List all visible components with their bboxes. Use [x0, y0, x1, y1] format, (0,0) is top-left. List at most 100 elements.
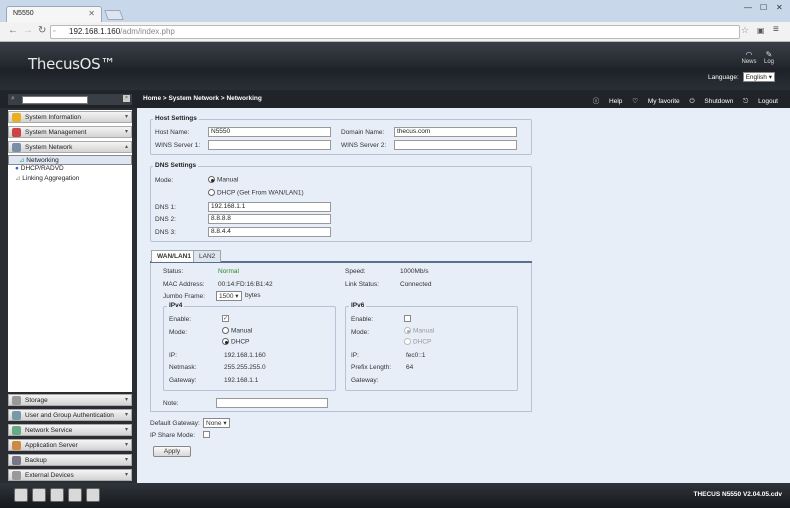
- menu-label: Backup: [25, 457, 47, 464]
- apply-button[interactable]: Apply: [153, 446, 191, 457]
- dns3-input[interactable]: 8.8.4.4: [208, 227, 331, 237]
- menu-storage[interactable]: Storage ▾: [8, 394, 132, 406]
- ipv4-ip-label: IP:: [169, 352, 177, 359]
- extension-icon[interactable]: ▣: [757, 26, 765, 35]
- menu-user-group-auth[interactable]: User and Group Authentication ▾: [8, 409, 132, 421]
- network-icon: [12, 143, 21, 152]
- tab-lan2[interactable]: LAN2: [193, 250, 222, 262]
- domain-name-input[interactable]: thecus.com: [394, 127, 517, 137]
- dock-fan-icon[interactable]: [50, 488, 64, 502]
- dns2-input[interactable]: 8.8.8.8: [208, 214, 331, 224]
- menu-system-network[interactable]: System Network ▴: [8, 141, 132, 153]
- wins2-input[interactable]: [394, 140, 517, 150]
- menu-system-management[interactable]: System Management ▾: [8, 126, 132, 138]
- ipv4-dhcp-label: DHCP: [230, 338, 250, 346]
- maximize-icon[interactable]: ☐: [760, 3, 767, 12]
- network-service-icon: [12, 426, 21, 435]
- sidebar-item-linking-aggregation[interactable]: ⊿ Linking Aggregation: [15, 174, 79, 182]
- new-tab-button[interactable]: [104, 10, 124, 20]
- aggregation-icon: ⊿: [15, 175, 21, 182]
- dns1-input[interactable]: 192.168.1.1: [208, 202, 331, 212]
- bottom-dock: [0, 483, 790, 508]
- jumbo-frame-select[interactable]: 1500 ▾: [216, 291, 242, 301]
- speed-value: 1000Mb/s: [400, 268, 429, 275]
- menu-backup[interactable]: Backup ▾: [8, 454, 132, 466]
- status-label: Status:: [163, 268, 184, 275]
- dns-dhcp-label: DHCP (Get From WAN/LAN1): [216, 189, 304, 197]
- dns-dhcp-option[interactable]: DHCP (Get From WAN/LAN1): [208, 189, 304, 196]
- ipv4-manual-option[interactable]: Manual: [222, 327, 252, 334]
- ip-share-mode-checkbox[interactable]: [203, 431, 210, 438]
- chevron-down-icon: ▾: [124, 412, 128, 418]
- logout-link[interactable]: ⎋ Logout: [743, 98, 778, 105]
- back-icon[interactable]: ←: [8, 25, 18, 36]
- log-label: Log: [763, 59, 774, 65]
- minimize-icon[interactable]: —: [744, 3, 752, 12]
- ipv6-manual-radio[interactable]: [404, 327, 411, 334]
- ipv6-enable-checkbox[interactable]: [404, 315, 411, 322]
- host-name-input[interactable]: N5550: [208, 127, 331, 137]
- backup-icon: [12, 456, 21, 465]
- sidebar-item-label: Networking: [26, 157, 59, 164]
- wins1-input[interactable]: [208, 140, 331, 150]
- menu-network-service[interactable]: Network Service ▾: [8, 424, 132, 436]
- bookmark-star-icon[interactable]: ☆: [741, 25, 749, 36]
- status-value: Normal: [218, 268, 239, 275]
- log-button[interactable]: ✎ Log: [760, 50, 778, 65]
- tab-close-icon[interactable]: ✕: [88, 9, 95, 18]
- ipv4-dhcp-option[interactable]: DHCP: [222, 338, 249, 345]
- language-select[interactable]: English ▾: [742, 72, 775, 82]
- search-clear-icon[interactable]: ×: [123, 95, 130, 102]
- shutdown-link[interactable]: ⏻ Shutdown: [689, 98, 733, 105]
- ipv6-dhcp-option[interactable]: DHCP: [404, 338, 431, 345]
- tab-wan-lan1[interactable]: WAN/LAN1: [151, 250, 197, 262]
- menu-label: System Information: [25, 114, 81, 121]
- default-gateway-select[interactable]: None ▾: [203, 418, 230, 428]
- note-input[interactable]: [216, 398, 328, 408]
- menu-application-server[interactable]: Application Server ▾: [8, 439, 132, 451]
- sidebar-item-dhcp[interactable]: ● DHCP/RADVD: [15, 165, 64, 172]
- menu-label: Network Service: [25, 427, 73, 434]
- forward-icon[interactable]: →: [23, 25, 33, 36]
- link-status-value: Connected: [400, 281, 432, 288]
- browser-menu-icon[interactable]: ≡: [773, 24, 779, 35]
- help-link[interactable]: ⓘ Help: [593, 98, 623, 105]
- breadcrumb: Home > System Network > Networking: [143, 95, 262, 102]
- menu-external-devices[interactable]: External Devices ▾: [8, 469, 132, 481]
- menu-label: Storage: [25, 397, 48, 404]
- window-close-icon[interactable]: ✕: [776, 3, 783, 12]
- dock-user-icon[interactable]: [68, 488, 82, 502]
- dns2-label: DNS 2:: [155, 216, 176, 223]
- chevron-down-icon: ▾: [124, 397, 128, 403]
- news-button[interactable]: ◠ News: [738, 50, 760, 65]
- chevron-down-icon: ▾: [124, 114, 128, 120]
- host-name-label: Host Name:: [155, 129, 190, 136]
- info-icon: [12, 113, 21, 122]
- chevron-down-icon: ▾: [124, 129, 128, 135]
- app-header: [0, 42, 790, 90]
- menu-system-information[interactable]: System Information ▾: [8, 111, 132, 123]
- dock-network-icon[interactable]: [86, 488, 100, 502]
- url-input[interactable]: 192.168.1.160/adm/index.php: [50, 25, 740, 39]
- ipv6-enable-label: Enable:: [351, 316, 374, 323]
- my-favorite-link[interactable]: ♡ My favorite: [632, 98, 679, 105]
- dns-manual-option[interactable]: Manual: [208, 176, 238, 183]
- dns-dhcp-radio[interactable]: [208, 189, 215, 196]
- ipv6-manual-option[interactable]: Manual: [404, 327, 434, 334]
- dock-disk-icon[interactable]: [32, 488, 46, 502]
- app-server-icon: [12, 441, 21, 450]
- ipv4-enable-checkbox[interactable]: ✓: [222, 315, 229, 322]
- sidebar-item-networking[interactable]: ⊿ Networking: [8, 155, 132, 165]
- dock-storage-icon[interactable]: [14, 488, 28, 502]
- ipv4-dhcp-radio[interactable]: [222, 338, 229, 345]
- ipv6-dhcp-radio[interactable]: [404, 338, 411, 345]
- dns-manual-radio[interactable]: [208, 176, 215, 183]
- chevron-down-icon: ▾: [124, 472, 128, 478]
- search-input[interactable]: [22, 96, 88, 104]
- ipv4-manual-radio[interactable]: [222, 327, 229, 334]
- rss-icon: ◠: [745, 50, 753, 59]
- reload-icon[interactable]: ↻: [38, 25, 46, 36]
- browser-tab[interactable]: N5550 ✕: [6, 6, 102, 22]
- my-favorite-label: My favorite: [647, 98, 680, 105]
- default-gateway-label: Default Gateway:: [150, 420, 200, 427]
